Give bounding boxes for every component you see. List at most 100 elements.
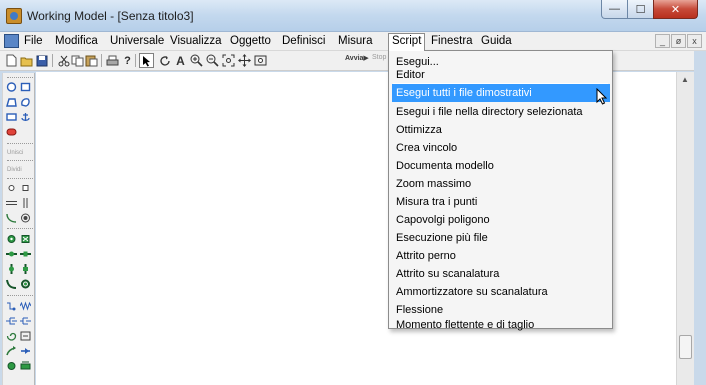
point-tool-icon[interactable] (6, 183, 17, 193)
menu-item-ottimizza[interactable]: Ottimizza (396, 124, 442, 136)
doc-close-button[interactable]: x (687, 34, 702, 48)
menu-item-documenta-modello[interactable]: Documenta modello (396, 160, 494, 172)
slot-joint-tool-icon[interactable] (6, 249, 17, 259)
menu-item-capovolgi-poligono[interactable]: Capovolgi poligono (396, 214, 490, 226)
polygon-tool-icon[interactable] (6, 97, 17, 107)
window-controls: — ☐ ✕ (601, 0, 698, 20)
vertical-scrollbar[interactable]: ▲ (676, 72, 694, 385)
toolbar-separator (135, 54, 136, 67)
save-icon[interactable] (34, 53, 49, 68)
scroll-up-icon[interactable]: ▲ (681, 75, 689, 84)
rope-tool-icon[interactable] (6, 301, 17, 311)
join-label[interactable]: Unisci (7, 150, 35, 156)
menu-item-zoom-massimo[interactable]: Zoom massimo (396, 178, 471, 190)
run-button[interactable]: Avvia▶ (345, 54, 369, 62)
zoom-in-icon[interactable] (189, 53, 204, 68)
menu-item-misura-punti[interactable]: Misura tra i punti (396, 196, 477, 208)
menu-item-esegui[interactable]: Esegui... (396, 56, 439, 68)
menu-bar: File Modifica Universale Visualizza Ogge… (0, 32, 706, 51)
maximize-button[interactable]: ☐ (627, 0, 654, 19)
menu-item-esecuzione-piu-file[interactable]: Esecuzione più file (396, 232, 488, 244)
toolbar-separator (52, 54, 53, 67)
menu-item-run-all-demos[interactable]: Esegui tutti i file dimostrativi (396, 87, 532, 99)
force-tool-icon[interactable] (6, 346, 17, 356)
actuator-tool-icon[interactable] (6, 361, 17, 371)
curved-slot-tool-icon[interactable] (6, 213, 17, 223)
stop-button[interactable]: Stop (372, 54, 386, 61)
closed-slot-tool-icon[interactable] (20, 213, 31, 223)
toolbar-separator (101, 54, 102, 67)
curved-body-tool-icon[interactable] (20, 97, 31, 107)
rotate-icon[interactable] (157, 53, 172, 68)
title-bar: Working Model - [Senza titolo3] — ☐ ✕ (0, 0, 706, 32)
scrollbar-thumb[interactable] (679, 335, 692, 359)
document-icon[interactable] (4, 34, 19, 48)
keyed-curved-slot-tool-icon[interactable] (20, 264, 31, 274)
palette-divider (7, 295, 33, 296)
move-icon[interactable] (237, 53, 252, 68)
menu-file[interactable]: File (24, 35, 43, 47)
cut-icon[interactable] (56, 53, 71, 68)
horizontal-slot-tool-icon[interactable] (6, 198, 17, 208)
rectangle-tool-icon[interactable] (6, 112, 17, 122)
menu-item-attrito-scanalatura[interactable]: Attrito su scanalatura (396, 268, 499, 280)
square-tool-icon[interactable] (20, 82, 31, 92)
spring-damper-tool-icon[interactable] (20, 316, 31, 326)
menu-item-crea-vincolo[interactable]: Crea vincolo (396, 142, 457, 154)
vertical-slot-tool-icon[interactable] (20, 198, 31, 208)
spring-tool-icon[interactable] (19, 301, 32, 311)
menu-misura[interactable]: Misura (338, 35, 373, 47)
palette-divider (7, 77, 33, 78)
damper-tool-icon[interactable] (6, 316, 17, 326)
rotational-spring-tool-icon[interactable] (6, 331, 17, 341)
tool-palette: Unisci Dividi (2, 73, 35, 385)
menu-universale[interactable]: Universale (110, 35, 164, 47)
zoom-fit-icon[interactable] (221, 53, 236, 68)
minimize-button[interactable]: — (601, 0, 628, 19)
gear-joint-tool-icon[interactable] (20, 279, 31, 289)
copy-icon[interactable] (70, 53, 85, 68)
pin-joint-tool-icon[interactable] (6, 234, 17, 244)
split-label[interactable]: Dividi (7, 167, 35, 173)
rotational-damper-tool-icon[interactable] (20, 331, 31, 341)
menu-script[interactable]: Script (388, 33, 426, 51)
menu-item-run-directory[interactable]: Esegui i file nella directory selezionat… (396, 106, 583, 118)
anchor-tool-icon[interactable] (20, 112, 31, 122)
circle-tool-icon[interactable] (6, 82, 17, 92)
palette-divider (7, 143, 33, 144)
pin-icon[interactable] (253, 53, 268, 68)
menu-item-attrito-perno[interactable]: Attrito perno (396, 250, 456, 262)
slot-shape-tool-icon[interactable] (6, 127, 17, 137)
document-controls: _ ø x (654, 34, 702, 48)
app-icon[interactable] (6, 8, 22, 24)
menu-item-flessione[interactable]: Flessione (396, 304, 443, 316)
paste-icon[interactable] (84, 53, 99, 68)
close-button[interactable]: ✕ (653, 0, 698, 19)
open-icon[interactable] (19, 53, 34, 68)
menu-item-ammortizzatore-scanalatura[interactable]: Ammortizzatore su scanalatura (396, 286, 548, 298)
window-title: Working Model - [Senza titolo3] (27, 9, 194, 23)
zoom-out-icon[interactable] (205, 53, 220, 68)
menu-definisci[interactable]: Definisci (282, 35, 325, 47)
curved-slot-joint-tool-icon[interactable] (6, 264, 17, 274)
menu-item-momento-flettente[interactable]: Momento flettente e di taglio (396, 319, 534, 331)
closed-curved-slot-tool-icon[interactable] (6, 279, 17, 289)
pointer-icon[interactable] (139, 53, 154, 68)
square-point-tool-icon[interactable] (20, 183, 31, 193)
torque-tool-icon[interactable] (20, 346, 31, 356)
menu-modifica[interactable]: Modifica (55, 35, 98, 47)
menu-visualizza[interactable]: Visualizza (170, 35, 222, 47)
menu-finestra[interactable]: Finestra (431, 35, 473, 47)
help-icon[interactable]: ? (120, 53, 135, 68)
menu-oggetto[interactable]: Oggetto (230, 35, 271, 47)
rigid-joint-tool-icon[interactable] (20, 234, 31, 244)
menu-guida[interactable]: Guida (481, 35, 512, 47)
doc-minimize-button[interactable]: _ (655, 34, 670, 48)
new-icon[interactable] (4, 53, 19, 68)
menu-item-editor[interactable]: Editor (396, 69, 425, 81)
keyed-slot-tool-icon[interactable] (20, 249, 31, 259)
motor-tool-icon[interactable] (20, 361, 31, 371)
print-icon[interactable] (105, 53, 120, 68)
text-icon[interactable]: A (173, 53, 188, 68)
doc-restore-button[interactable]: ø (671, 34, 686, 48)
